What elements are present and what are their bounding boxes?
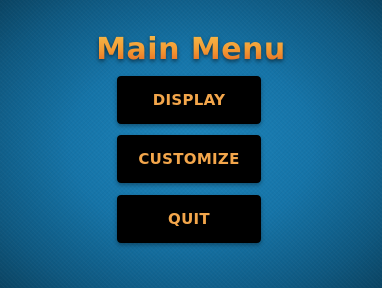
display-button-label: DISPLAY (152, 91, 226, 109)
customize-button-label: CUSTOMIZE (138, 150, 240, 168)
quit-button[interactable]: QUIT (117, 195, 261, 243)
menu-title: Main Menu (0, 30, 382, 70)
customize-button[interactable]: CUSTOMIZE (117, 135, 261, 183)
display-button[interactable]: DISPLAY (117, 76, 261, 124)
quit-button-label: QUIT (168, 210, 210, 228)
